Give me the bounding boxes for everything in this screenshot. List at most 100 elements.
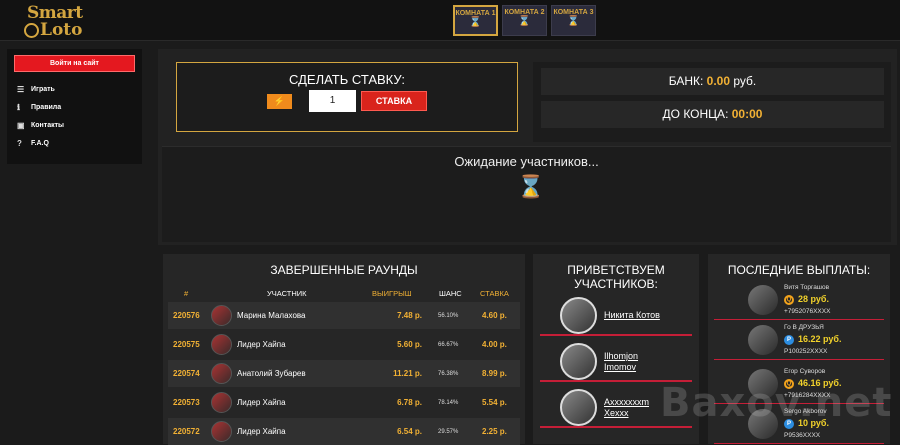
- room-label: КОМНАТА 2: [504, 9, 545, 16]
- sidebar: Войти на сайт ☰ Играть ℹ Правила ▣ Конта…: [7, 49, 142, 164]
- qiwi-icon: Q: [784, 295, 794, 305]
- list-item: Го В ДРУЗЬЯ P 16.22 руб. P100252XXXX: [714, 322, 884, 360]
- logo[interactable]: Smart Loto: [22, 3, 92, 40]
- room-label: КОМНАТА 1: [455, 10, 496, 17]
- stake-amount: 5.54 р.: [482, 398, 507, 407]
- payeer-icon: P: [784, 335, 794, 345]
- top-bar: Smart Loto КОМНАТА 1 ⌛ КОМНАТА 2 ⌛ КОМНА…: [0, 0, 900, 41]
- table-row[interactable]: 220572 Лидер Хайпа 6.54 р. 29.57% 2.25 р…: [168, 418, 520, 445]
- chance-value: 66.67%: [438, 342, 459, 348]
- welcome-title-line2: УЧАСТНИКОВ:: [574, 277, 658, 291]
- bank-label: БАНК:: [668, 74, 704, 88]
- hourglass-icon: ⌛: [567, 16, 580, 27]
- participant-name: Марина Малахова: [237, 311, 306, 320]
- user-name-link[interactable]: Ilhomjon Imomov: [604, 351, 638, 373]
- table-row[interactable]: 220576 Марина Малахова 7.48 р. 56.10% 4.…: [168, 302, 520, 329]
- bet-button[interactable]: СТАВКА: [361, 91, 427, 111]
- avatar: [211, 305, 232, 326]
- stake-amount: 4.60 р.: [482, 311, 507, 320]
- timer-value: 00:00: [731, 107, 763, 121]
- menu-icon: ☰: [17, 84, 25, 94]
- payout-amount: 28 руб.: [798, 294, 829, 304]
- win-amount: 11.21 р.: [393, 369, 422, 378]
- lightning-icon[interactable]: ⚡: [267, 94, 292, 109]
- avatar: [211, 392, 232, 413]
- avatar: [748, 325, 778, 355]
- col-stake: СТАВКА: [480, 289, 509, 298]
- bet-title: СДЕЛАТЬ СТАВКУ:: [289, 72, 405, 87]
- sidebar-item-label: F.A.Q: [31, 139, 49, 147]
- col-chance: ШАНС: [439, 289, 462, 298]
- list-item[interactable]: Axxxxxxxm Xexxx: [540, 386, 692, 428]
- info-icon: ℹ: [17, 102, 21, 112]
- list-item: Егор Суворов Q 46.16 руб. +7916284XXXX: [714, 366, 884, 404]
- hourglass-icon: ⌛: [517, 174, 545, 199]
- welcome-title: ПРИВЕТСТВУЕМ УЧАСТНИКОВ:: [533, 263, 699, 291]
- image-icon: ▣: [17, 120, 25, 130]
- participant-name: Лидер Хайпа: [237, 340, 286, 349]
- col-num: #: [184, 289, 189, 298]
- bank-value: 0.00: [706, 74, 731, 88]
- payout-amount: 46.16 руб.: [798, 378, 842, 388]
- participant-name: Лидер Хайпа: [237, 427, 286, 436]
- win-amount: 5.60 р.: [397, 340, 422, 349]
- avatar: [560, 389, 597, 426]
- col-win: ВЫИГРЫШ: [372, 289, 412, 298]
- list-item: Sergo Akborov P 10 руб. P9536XXXX: [714, 406, 884, 444]
- payout-name: Егор Суворов: [784, 368, 826, 375]
- win-amount: 6.78 р.: [397, 398, 422, 407]
- stake-amount: 2.25 р.: [482, 427, 507, 436]
- welcome-title-line1: ПРИВЕТСТВУЕМ: [567, 263, 665, 277]
- payout-account: +7916284XXXX: [784, 392, 831, 399]
- user-name-link[interactable]: Axxxxxxxm Xexxx: [604, 397, 649, 419]
- hourglass-icon: ⌛: [518, 16, 531, 27]
- round-number: 220573: [173, 398, 200, 407]
- rounds-title: ЗАВЕРШЕННЫЕ РАУНДЫ: [270, 263, 418, 277]
- payeer-icon: P: [784, 419, 794, 429]
- user-name-line1: Axxxxxxxm: [604, 397, 649, 407]
- logo-text-loto: Loto: [40, 20, 83, 40]
- sidebar-item-play[interactable]: ☰ Играть: [7, 80, 142, 98]
- login-button[interactable]: Войти на сайт: [14, 55, 135, 72]
- payout-account: P9536XXXX: [784, 432, 821, 439]
- list-item: Витя Торгашов Q 28 руб. +7952076XXXX: [714, 282, 884, 320]
- avatar: [211, 363, 232, 384]
- sidebar-item-contacts[interactable]: ▣ Контакты: [7, 116, 142, 134]
- bank-panel: БАНК: 0.00 руб. ДО КОНЦА: 00:00: [533, 62, 891, 142]
- tab-room-2[interactable]: КОМНАТА 2 ⌛: [502, 5, 547, 36]
- win-amount: 6.54 р.: [397, 427, 422, 436]
- payout-name: Витя Торгашов: [784, 284, 830, 291]
- timer-row: ДО КОНЦА: 00:00: [541, 101, 884, 128]
- tab-room-3[interactable]: КОМНАТА 3 ⌛: [551, 5, 596, 36]
- tab-room-1[interactable]: КОМНАТА 1 ⌛: [453, 5, 498, 36]
- room-label: КОМНАТА 3: [553, 9, 594, 16]
- table-row[interactable]: 220575 Лидер Хайпа 5.60 р. 66.67% 4.00 р…: [168, 331, 520, 358]
- waiting-text: Ожидание участников...: [454, 154, 599, 169]
- bet-amount-input[interactable]: 1: [309, 90, 356, 112]
- user-name-line1: Никита Котов: [604, 310, 660, 320]
- sidebar-item-rules[interactable]: ℹ Правила: [7, 98, 142, 116]
- sidebar-item-faq[interactable]: ? F.A.Q: [7, 134, 142, 152]
- list-item[interactable]: Ilhomjon Imomov: [540, 340, 692, 382]
- avatar: [748, 369, 778, 399]
- sidebar-item-label: Правила: [31, 103, 62, 111]
- avatar: [748, 285, 778, 315]
- user-name-link[interactable]: Никита Котов: [604, 310, 660, 321]
- timer-label: ДО КОНЦА:: [662, 107, 729, 121]
- waiting-panel: Ожидание участников... ⌛: [162, 146, 891, 242]
- chance-value: 56.10%: [438, 313, 459, 319]
- question-icon: ?: [17, 138, 22, 148]
- payout-account: +7952076XXXX: [784, 308, 831, 315]
- avatar: [748, 409, 778, 439]
- stake-amount: 4.00 р.: [482, 340, 507, 349]
- payout-account: P100252XXXX: [784, 348, 828, 355]
- table-row[interactable]: 220574 Анатолий Зубарев 11.21 р. 76.38% …: [168, 360, 520, 387]
- bet-panel: СДЕЛАТЬ СТАВКУ: ⚡ 1 СТАВКА: [176, 62, 518, 132]
- win-amount: 7.48 р.: [397, 311, 422, 320]
- user-name-line2: Imomov: [604, 362, 637, 372]
- avatar: [211, 334, 232, 355]
- avatar: [560, 297, 597, 334]
- table-row[interactable]: 220573 Лидер Хайпа 6.78 р. 78.14% 5.54 р…: [168, 389, 520, 416]
- list-item[interactable]: Никита Котов: [540, 294, 692, 336]
- hourglass-icon: ⌛: [469, 17, 482, 28]
